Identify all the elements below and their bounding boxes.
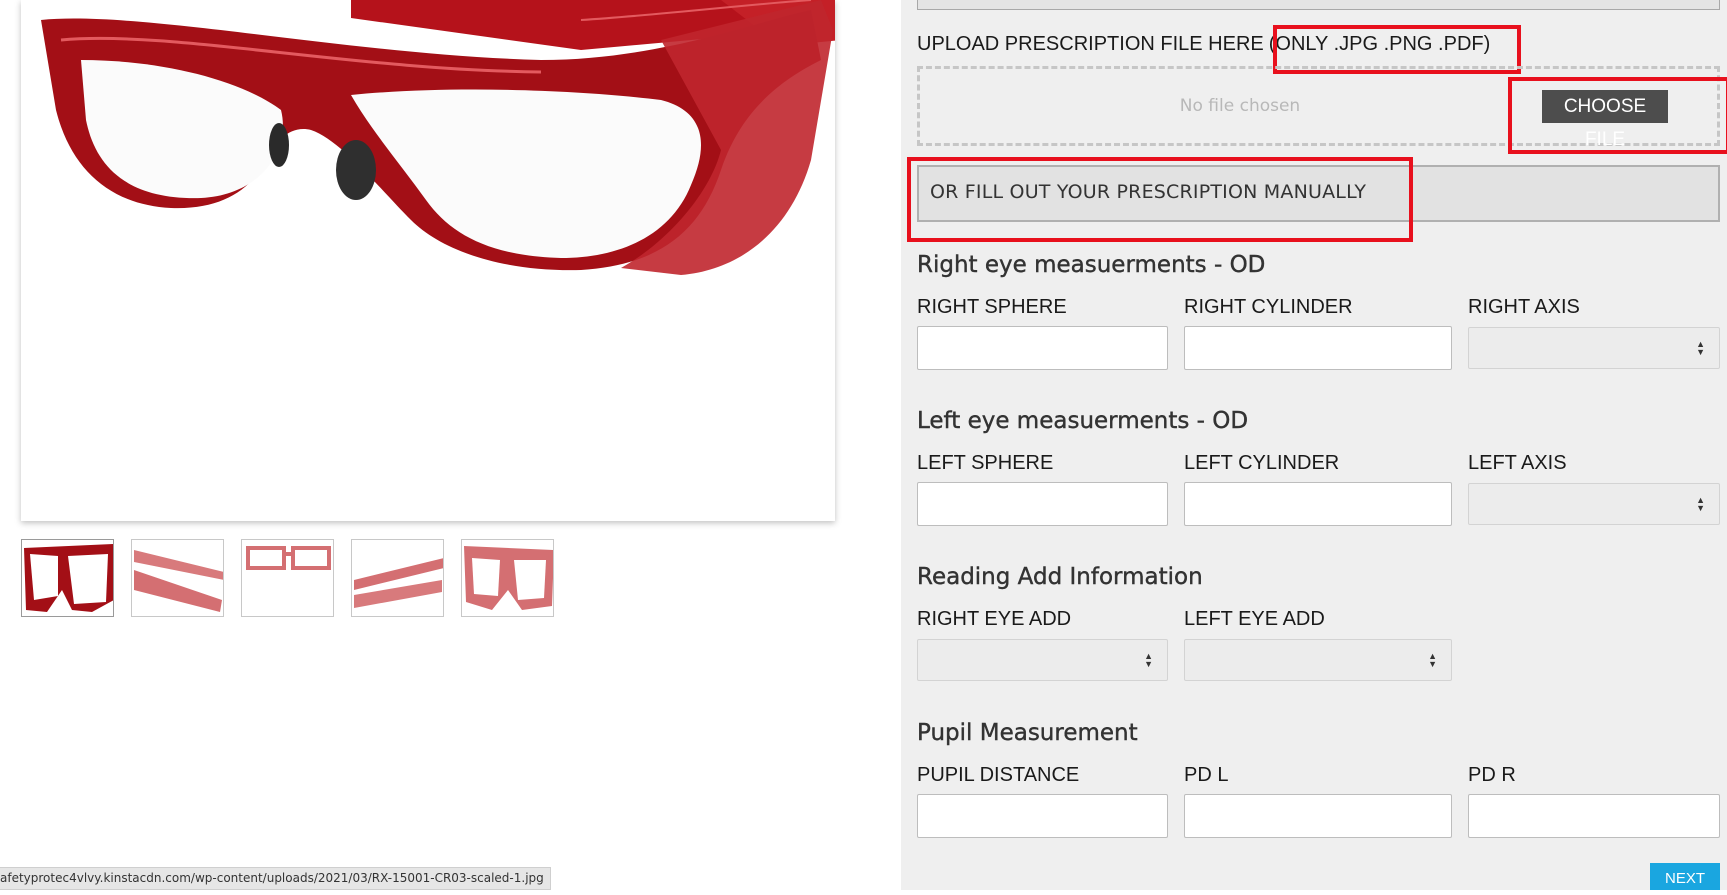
thumbnail-2[interactable] (131, 539, 224, 617)
select-arrows-icon: ▲ ▼ (1696, 495, 1705, 513)
thumbnail-glasses-side (132, 540, 223, 616)
right-eye-add-label: RIGHT EYE ADD (917, 608, 1072, 630)
right-axis-label: RIGHT AXIS (1468, 296, 1580, 318)
reading-add-title: Reading Add Information (917, 564, 1203, 590)
pupil-distance-input[interactable] (917, 794, 1168, 838)
upload-label-text: UPLOAD PRESCRIPTION FILE HERE (917, 33, 1264, 55)
left-cylinder-input[interactable] (1184, 482, 1452, 526)
highlight-manual-option (907, 157, 1413, 242)
next-button[interactable]: NEXT (1650, 863, 1720, 890)
pupil-distance-label: PUPIL DISTANCE (917, 764, 1080, 786)
right-sphere-input[interactable] (917, 326, 1168, 370)
no-file-chosen-text: No file chosen (1179, 96, 1301, 116)
select-arrows-icon: ▲ ▼ (1696, 339, 1705, 357)
pd-r-label: PD R (1468, 764, 1516, 786)
glasses-image (41, 0, 835, 275)
thumbnail-glasses-top (242, 540, 333, 616)
pd-r-input[interactable] (1468, 794, 1720, 838)
left-cylinder-label: LEFT CYLINDER (1184, 452, 1340, 474)
left-eye-title: Left eye measuerments - OD (917, 408, 1249, 434)
status-bar-url: afetyprotec4vlvy.kinstacdn.com/wp-conten… (0, 867, 551, 890)
right-eye-add-select[interactable]: ▲ ▼ (917, 639, 1168, 681)
thumbnail-3[interactable] (241, 539, 334, 617)
right-cylinder-input[interactable] (1184, 326, 1452, 370)
thumbnail-glasses-angle (352, 540, 443, 616)
thumbnail-5[interactable] (461, 539, 554, 617)
thumbnail-glasses-three-quarter (462, 540, 553, 616)
thumbnail-1[interactable] (21, 539, 114, 617)
highlight-choose-file (1508, 77, 1727, 154)
left-sphere-input[interactable] (917, 482, 1168, 526)
pd-l-label: PD L (1184, 764, 1229, 786)
pd-l-input[interactable] (1184, 794, 1452, 838)
left-sphere-label: LEFT SPHERE (917, 452, 1054, 474)
left-eye-add-select[interactable]: ▲ ▼ (1184, 639, 1452, 681)
select-arrows-icon: ▲ ▼ (1144, 651, 1153, 669)
left-eye-add-label: LEFT EYE ADD (1184, 608, 1325, 630)
product-main-image[interactable] (21, 0, 835, 521)
right-sphere-label: RIGHT SPHERE (917, 296, 1067, 318)
right-cylinder-label: RIGHT CYLINDER (1184, 296, 1353, 318)
right-axis-select[interactable]: ▲ ▼ (1468, 327, 1720, 369)
thumbnail-4[interactable] (351, 539, 444, 617)
left-axis-select[interactable]: ▲ ▼ (1468, 483, 1720, 525)
left-axis-label: LEFT AXIS (1468, 452, 1567, 474)
pupil-measurement-title: Pupil Measurement (917, 720, 1138, 746)
thumbnail-glasses-front (22, 540, 113, 616)
right-eye-title: Right eye measuerments - OD (917, 252, 1266, 278)
previous-field-bottom (917, 0, 1720, 10)
select-arrows-icon: ▲ ▼ (1428, 651, 1437, 669)
